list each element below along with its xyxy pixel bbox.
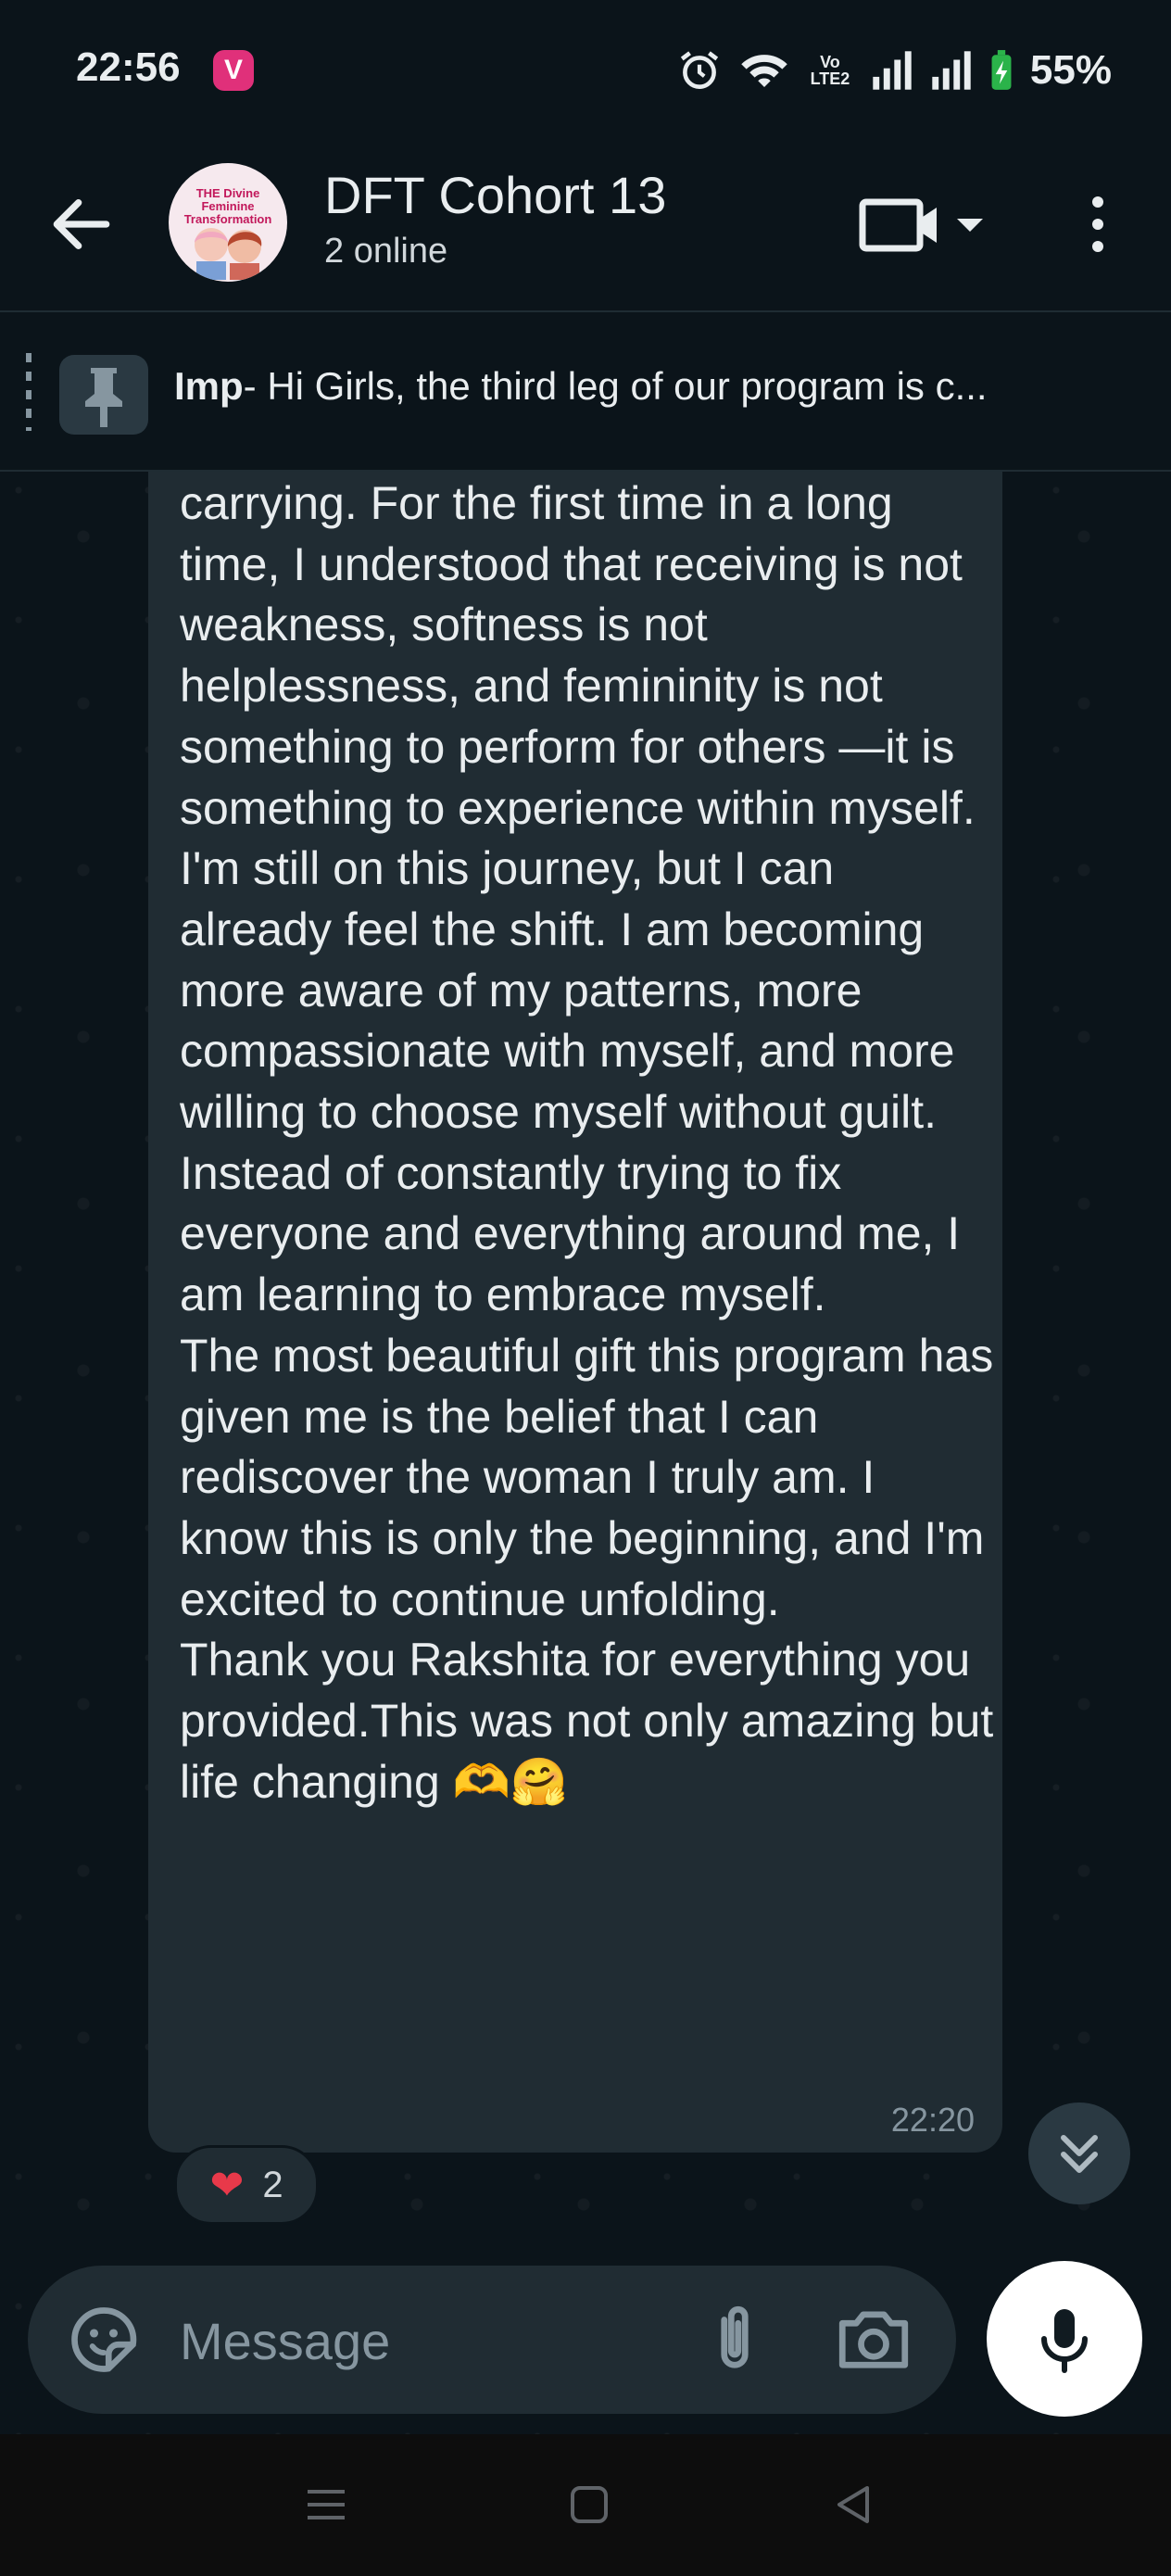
chat-area[interactable]: carrying. For the first time in a long t… <box>0 472 1171 2434</box>
status-bar: 22:56 V Vo LTE2 55% <box>0 0 1171 139</box>
group-avatar[interactable]: THE Divine Feminine Transformation <box>169 163 287 282</box>
message-paragraph: I'm still on this journey, but I can alr… <box>180 842 961 1321</box>
home-button[interactable] <box>560 2475 619 2534</box>
message-timestamp: 22:20 <box>890 2101 975 2139</box>
status-icons: Vo LTE2 55% <box>676 43 1112 98</box>
message-input[interactable] <box>178 2299 700 2382</box>
home-square-icon <box>571 2486 608 2523</box>
mic-icon <box>1041 2309 1088 2373</box>
message-text: carrying. For the first time in a long t… <box>180 474 995 1812</box>
video-call-button[interactable] <box>857 187 996 261</box>
more-options-button[interactable] <box>1075 187 1121 261</box>
alarm-icon <box>676 47 723 94</box>
nav-back-button[interactable] <box>825 2475 884 2534</box>
heart-reaction-icon: ❤ <box>209 2162 245 2208</box>
online-status: 2 online <box>324 232 448 271</box>
more-vert-icon <box>1092 196 1103 252</box>
battery-percent: 55% <box>1029 47 1112 93</box>
system-navigation-bar <box>0 2434 1171 2576</box>
status-time: 22:56 <box>76 44 181 90</box>
camera-icon <box>838 2311 909 2368</box>
arrow-left-icon <box>53 199 110 249</box>
signal-1-icon <box>871 49 913 92</box>
message-paragraph: The most beautiful gift this program has… <box>180 1329 994 1625</box>
scroll-to-bottom-button[interactable] <box>1028 2102 1130 2204</box>
back-button[interactable] <box>44 187 119 261</box>
pinned-prefix: Imp <box>174 364 244 408</box>
wifi-icon <box>739 47 789 94</box>
app-notification-icon: V <box>213 50 254 91</box>
pin-icon <box>59 355 148 435</box>
pinned-indicator <box>26 353 31 431</box>
menu-icon <box>308 2490 345 2519</box>
double-chevron-down-icon <box>1061 2135 1098 2173</box>
video-call-icon <box>859 198 983 252</box>
volte-indicator: Vo LTE2 <box>810 53 850 88</box>
message-reaction[interactable]: ❤ 2 <box>174 2145 319 2225</box>
signal-2-icon <box>930 49 973 92</box>
pinned-body: - Hi Girls, the third leg of our program… <box>243 364 988 408</box>
recents-button[interactable] <box>296 2477 356 2532</box>
message-bubble[interactable]: carrying. For the first time in a long t… <box>148 472 1002 2153</box>
back-triangle-icon <box>837 2486 869 2523</box>
sticker-button[interactable] <box>65 2301 143 2379</box>
paperclip-icon <box>721 2305 749 2368</box>
message-composer <box>28 2266 956 2414</box>
pinned-message-bar[interactable]: Imp- Hi Girls, the third leg of our prog… <box>0 312 1171 472</box>
voice-message-button[interactable] <box>987 2261 1142 2417</box>
pinned-text: Imp- Hi Girls, the third leg of our prog… <box>174 364 1138 409</box>
avatar-illustration <box>195 228 262 280</box>
message-paragraph: carrying. For the first time in a long t… <box>180 477 976 834</box>
attach-button[interactable] <box>693 2299 776 2382</box>
battery-charging-icon <box>989 49 1014 92</box>
chat-title[interactable]: DFT Cohort 13 <box>324 165 666 225</box>
message-paragraph: Thank you Rakshita for everything you pr… <box>180 1634 994 1808</box>
chat-header: THE Divine Feminine Transformation DFT C… <box>0 139 1171 312</box>
sticker-icon <box>71 2307 137 2372</box>
camera-button[interactable] <box>832 2299 915 2382</box>
reaction-count: 2 <box>262 2164 283 2205</box>
